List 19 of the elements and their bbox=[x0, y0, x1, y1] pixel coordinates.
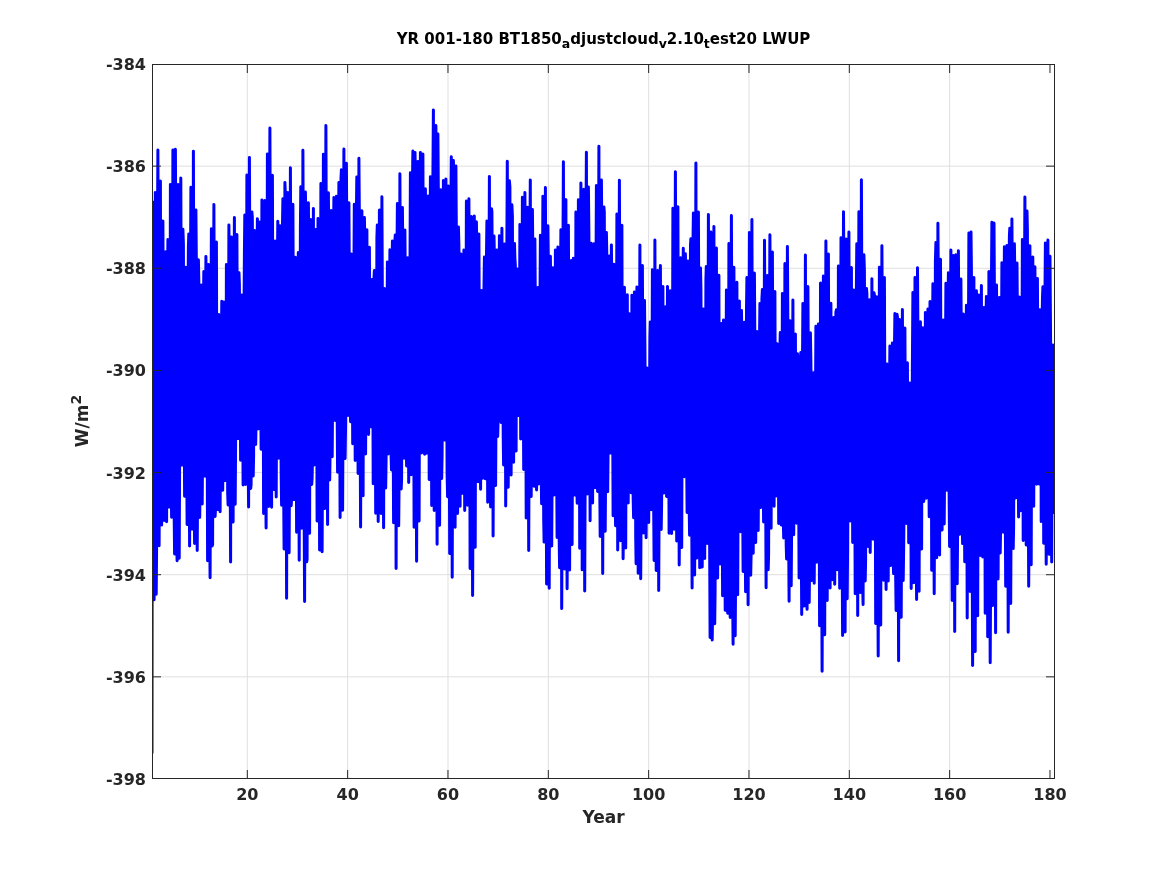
y-tick-label: -386 bbox=[105, 156, 146, 176]
y-tick-label: -392 bbox=[105, 463, 146, 483]
x-tick-label: 60 bbox=[436, 785, 460, 804]
x-tick-label: 100 bbox=[631, 785, 666, 804]
x-tick-label: 20 bbox=[236, 785, 259, 804]
x-tick-label: 140 bbox=[832, 785, 866, 804]
chart-title: YR 001-180 BT1850$_{a}$djustcloud$_{v}$2.10$_{t}$est20 LWUP bbox=[396, 30, 811, 51]
x-axis-label: Year bbox=[582, 807, 625, 827]
y-tick-label: -394 bbox=[105, 565, 146, 585]
y-tick-label: -384 bbox=[105, 54, 146, 74]
y-tick-label: -388 bbox=[105, 258, 146, 278]
x-tick-label: 180 bbox=[1033, 785, 1067, 804]
x-tick-label: 120 bbox=[732, 785, 766, 804]
y-tick-label: -398 bbox=[105, 769, 146, 789]
y-tick-label: -390 bbox=[105, 360, 146, 380]
x-tick-label: 80 bbox=[537, 785, 560, 804]
x-tick-label: 160 bbox=[932, 785, 967, 804]
x-tick-label: 40 bbox=[336, 785, 359, 804]
y-tick-label: -396 bbox=[105, 667, 146, 687]
